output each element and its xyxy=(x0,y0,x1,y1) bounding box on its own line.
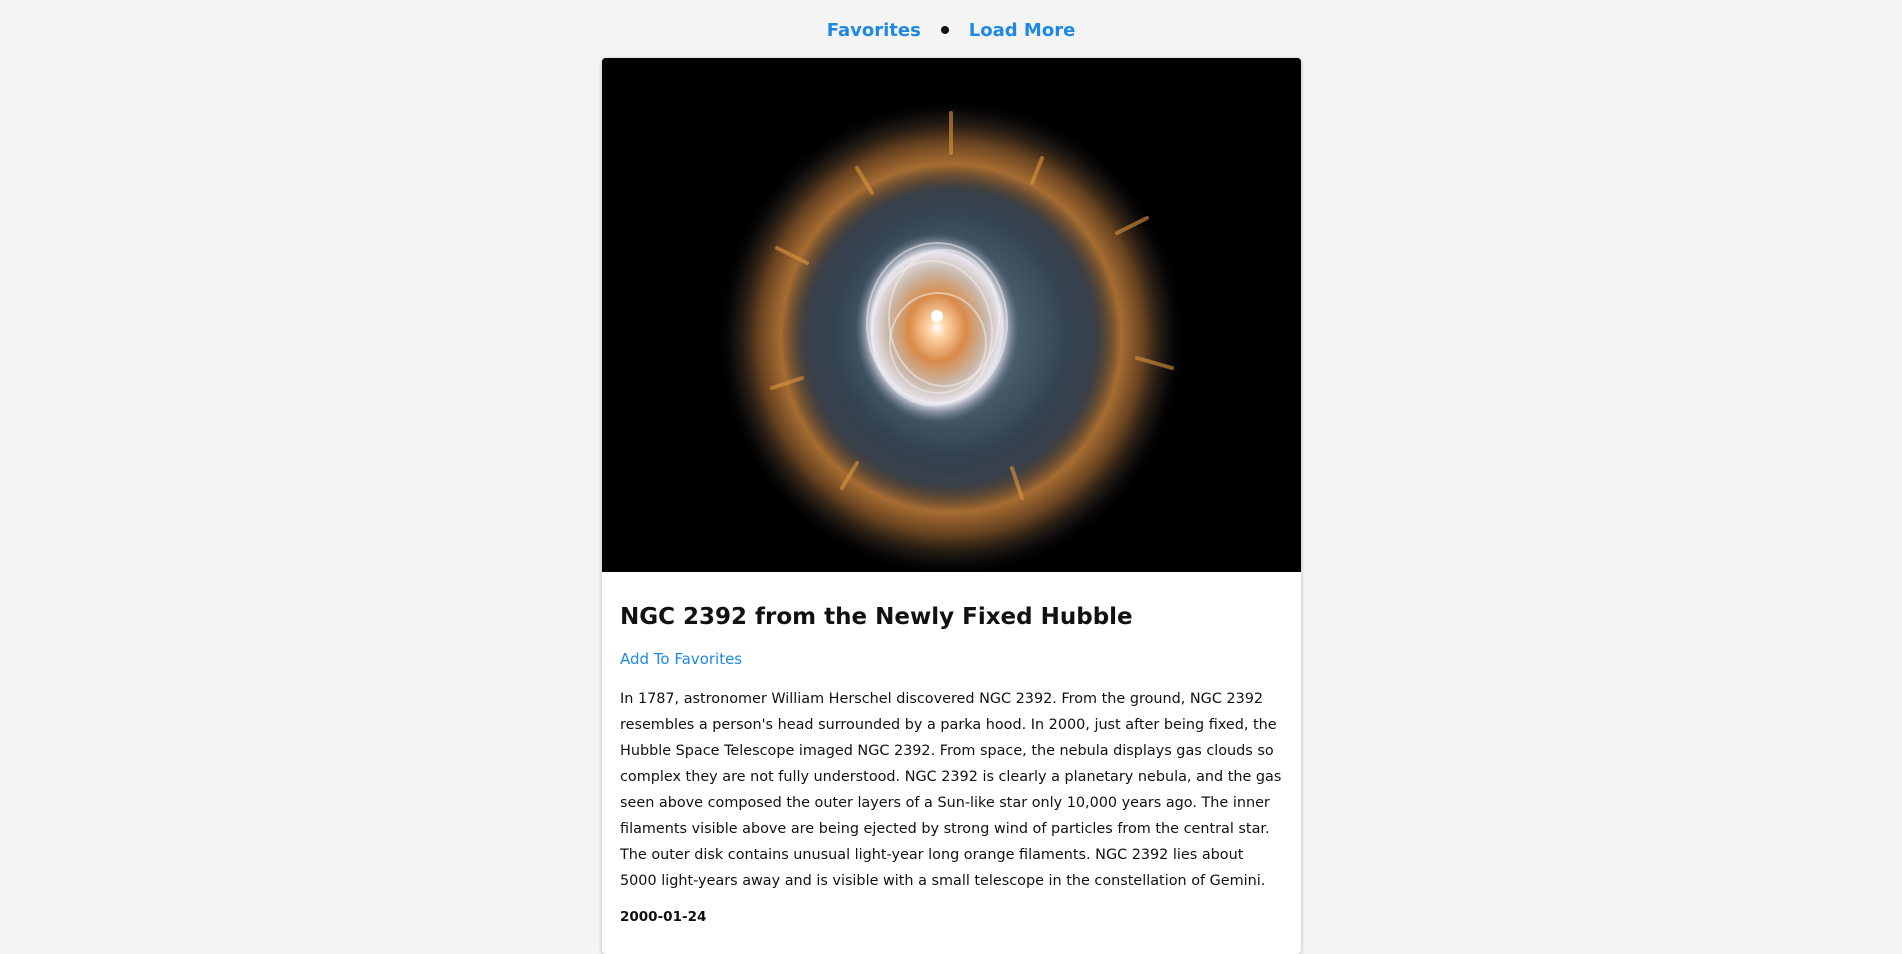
apod-card: NGC 2392 from the Newly Fixed Hubble Add… xyxy=(602,58,1301,954)
apod-image xyxy=(602,58,1301,572)
apod-explanation: In 1787, astronomer William Herschel dis… xyxy=(620,690,1282,889)
add-to-favorites-link[interactable]: Add To Favorites xyxy=(620,650,742,668)
top-navigation: Favorites Load More xyxy=(0,17,1902,43)
apod-title: NGC 2392 from the Newly Fixed Hubble xyxy=(620,604,1133,630)
apod-content: NGC 2392 from the Newly Fixed Hubble Add… xyxy=(602,572,1301,925)
nav-separator-dot xyxy=(940,26,949,34)
nebula-image xyxy=(602,58,1301,572)
apod-date: 2000-01-24 xyxy=(620,908,707,925)
load-more-link[interactable]: Load More xyxy=(969,20,1076,41)
favorites-link[interactable]: Favorites xyxy=(827,20,921,41)
